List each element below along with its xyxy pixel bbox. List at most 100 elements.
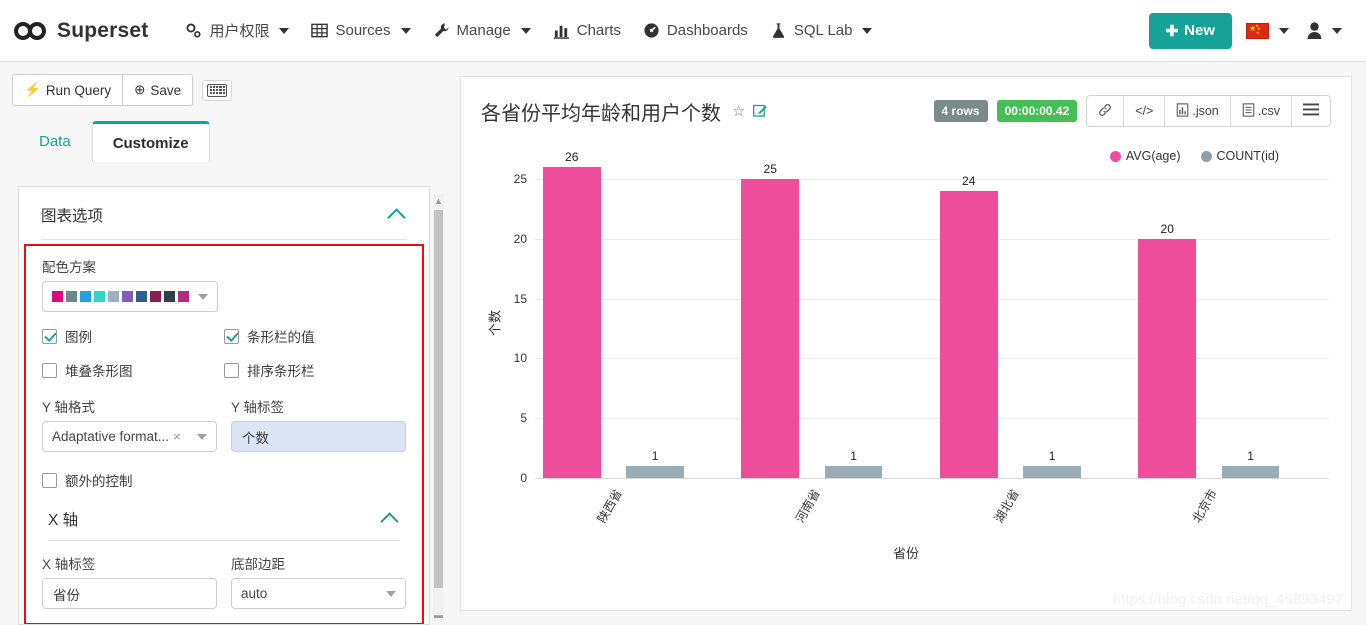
checkbox-sort-bars[interactable]: 排序条形栏	[224, 360, 406, 380]
link-icon	[1098, 103, 1112, 120]
chevron-down-icon	[1332, 27, 1342, 34]
json-file-icon	[1176, 102, 1189, 120]
export-csv-button[interactable]: .csv	[1230, 96, 1292, 126]
tab-data[interactable]: Data	[18, 121, 92, 162]
checkbox-bar-values[interactable]: 条形栏的值	[224, 326, 406, 346]
save-label: Save	[150, 82, 182, 98]
tab-customize[interactable]: Customize	[91, 121, 210, 162]
scrollbar-thumb[interactable]	[434, 210, 443, 588]
nav-item-label: Sources	[335, 22, 391, 39]
new-button[interactable]: ✚ New	[1148, 12, 1232, 49]
checkbox-box[interactable]	[224, 362, 239, 378]
chevron-down-icon	[1279, 27, 1289, 34]
bar-count-id[interactable]: 1	[626, 449, 684, 478]
keyboard-shortcuts-button[interactable]	[202, 79, 233, 101]
y-tick-label: 5	[520, 411, 527, 426]
china-flag-icon: ★ ★ ★ ★	[1246, 22, 1269, 39]
bar-avg-age[interactable]: 20	[1138, 222, 1196, 478]
bar-avg-age[interactable]: 24	[939, 174, 998, 478]
edit-icon[interactable]	[753, 103, 768, 120]
bar-group: 26 1 陕西省	[535, 150, 734, 525]
export-json-button[interactable]: .json	[1165, 96, 1231, 126]
checkbox-label: 条形栏的值	[247, 330, 315, 345]
chart-legend: AVG(age) COUNT(id)	[1109, 149, 1279, 163]
save-button[interactable]: ⊕ Save	[123, 74, 194, 106]
scroll-up-arrow-icon[interactable]: ▲	[433, 194, 444, 207]
checkbox-label: 额外的控制	[65, 474, 133, 489]
chart-menu-button[interactable]	[1292, 96, 1330, 126]
user-menu[interactable]	[1303, 16, 1346, 45]
bar-count-id[interactable]: 1	[824, 449, 883, 478]
y-tick-label: 10	[513, 351, 527, 366]
view-query-button[interactable]: </>	[1124, 96, 1166, 126]
nav-item-permissions[interactable]: 用户权限	[174, 14, 300, 47]
keyboard-icon	[207, 83, 228, 97]
x-tick-label: 北京市	[1189, 487, 1221, 526]
x-axis-section-header[interactable]: X 轴	[42, 490, 406, 540]
legend-item-avg-age[interactable]: AVG(age)	[1109, 149, 1181, 163]
bar-value-label: 20	[1160, 221, 1174, 236]
x-tick-label: 湖北省	[991, 487, 1022, 526]
run-query-label: Run Query	[45, 82, 112, 98]
panel-scrollbar[interactable]: ▲ ▬	[433, 194, 444, 621]
nav-item-dashboards[interactable]: Dashboards	[632, 16, 759, 45]
checkbox-stacked-bars[interactable]: 堆叠条形图	[42, 360, 224, 380]
bar-value-label: 25	[763, 161, 777, 176]
checkbox-box[interactable]	[42, 362, 57, 378]
bar-avg-age[interactable]: 25	[741, 162, 799, 478]
main-content: ⚡ Run Query ⊕ Save Data Customize 图表选项 配…	[0, 62, 1366, 625]
plot-area: 个数 25 20 15 10 5 0 26 1 陕西省 25 1 河南省 24 …	[488, 150, 1329, 525]
clear-icon[interactable]: ×	[173, 429, 181, 444]
customize-panel-body: 图表选项 配色方案 图例 条形栏的值 堆叠条形图 排序条形栏 Y 轴格式 Ada…	[18, 186, 430, 625]
run-query-button[interactable]: ⚡ Run Query	[12, 74, 124, 106]
bar-avg-age[interactable]: 26	[542, 150, 601, 478]
nav-item-sql-lab[interactable]: SQL Lab	[759, 16, 884, 45]
chevron-up-icon[interactable]	[387, 208, 406, 227]
nav-item-charts[interactable]: Charts	[542, 16, 632, 45]
y-axis-label-input[interactable]: 个数	[231, 421, 406, 452]
x-tick-label: 河南省	[792, 487, 824, 526]
y-axis-label-field: Y 轴标签 个数	[231, 396, 406, 452]
x-axis-label-input[interactable]: 省份	[42, 578, 217, 609]
nav-item-sources[interactable]: Sources	[300, 16, 421, 45]
bar-count-id[interactable]: 1	[1023, 449, 1081, 478]
y-axis-title: 个数	[487, 309, 503, 336]
brand-logo-link[interactable]: Superset	[14, 19, 148, 43]
color-scheme-field: 配色方案	[42, 256, 406, 312]
plus-circle-icon: ⊕	[134, 82, 146, 97]
checkbox-box[interactable]	[224, 328, 239, 344]
share-link-button[interactable]	[1087, 96, 1125, 126]
y-tick-label: 20	[513, 231, 527, 246]
chart-options-section-header[interactable]: 图表选项	[19, 187, 429, 239]
x-axis-field-row: X 轴标签 省份 底部边距 auto	[42, 553, 406, 609]
scroll-down-arrow-icon[interactable]: ▬	[433, 608, 444, 621]
chevron-down-icon	[400, 27, 411, 34]
bottom-margin-select[interactable]: auto	[231, 578, 406, 609]
flask-icon	[770, 22, 787, 39]
legend-item-count-id[interactable]: COUNT(id)	[1200, 149, 1279, 163]
checkbox-box[interactable]	[42, 328, 57, 344]
y-tick-label: 0	[520, 471, 527, 485]
language-selector[interactable]: ★ ★ ★ ★	[1242, 17, 1293, 45]
y-axis-format-field: Y 轴格式 Adaptative format... ×	[42, 396, 217, 452]
chevron-down-icon	[279, 27, 290, 34]
nav-item-manage[interactable]: Manage	[422, 16, 542, 45]
nav-item-label: Manage	[456, 22, 511, 39]
checkbox-label: 图例	[65, 330, 92, 345]
checkbox-extra-controls[interactable]: 额外的控制	[42, 470, 224, 490]
bar-group: 24 1 湖北省	[932, 167, 1131, 525]
checkbox-box[interactable]	[42, 472, 57, 488]
chart-card: 各省份平均年龄和用户个数 ☆ 4 rows 00:00:00.42 </> .j…	[460, 76, 1352, 611]
checkbox-legend[interactable]: 图例	[42, 326, 224, 346]
y-axis-format-select[interactable]: Adaptative format... ×	[42, 421, 217, 452]
star-icon[interactable]: ☆	[732, 102, 745, 120]
bar-count-id[interactable]: 1	[1221, 449, 1280, 478]
y-tick-label: 15	[513, 291, 527, 306]
navbar-right-cluster: ✚ New ★ ★ ★ ★	[1148, 12, 1352, 49]
nav-item-label: SQL Lab	[793, 22, 853, 39]
chevron-up-icon[interactable]	[380, 512, 399, 531]
chart-title: 各省份平均年龄和用户个数	[481, 102, 721, 125]
color-scheme-select[interactable]	[42, 281, 218, 312]
chart-toolbar: 4 rows 00:00:00.42 </> .json .csv	[933, 95, 1331, 127]
bar-value-label: 1	[1247, 449, 1254, 464]
